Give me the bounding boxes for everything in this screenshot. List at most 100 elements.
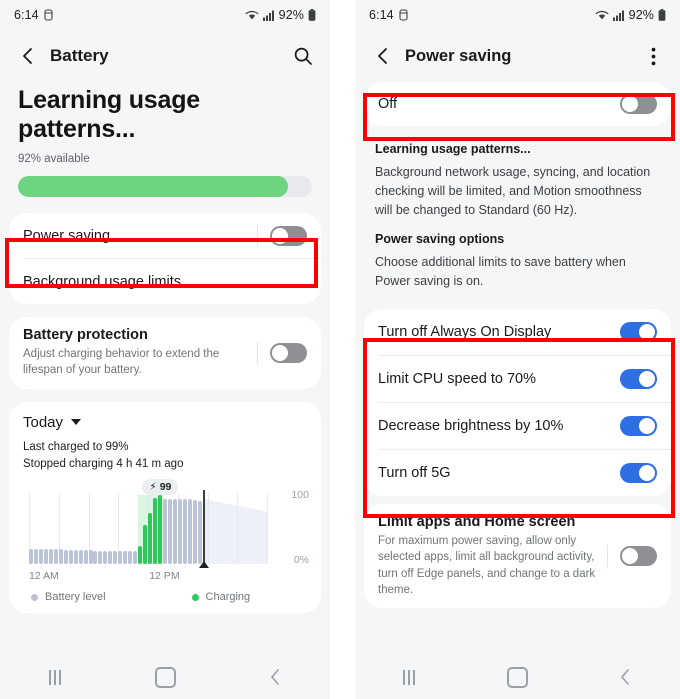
row-battery-protection[interactable]: Battery protection Adjust charging behav… [9, 317, 321, 389]
chart-gridline [267, 493, 268, 565]
page-title: Power saving [405, 46, 512, 65]
recents-icon[interactable] [387, 662, 431, 692]
status-battery-percent: 92% [628, 8, 654, 22]
toggle-knob [639, 371, 655, 387]
chart-bar [53, 549, 58, 565]
battery-protection-desc: Adjust charging behavior to extend the l… [23, 348, 220, 377]
master-power-saving-toggle[interactable] [620, 94, 657, 114]
y-axis-min-label: 0% [293, 554, 309, 567]
chart-bar [113, 550, 118, 565]
turn-off-always-on-display-toggle[interactable] [620, 322, 657, 342]
chevron-down-icon [71, 419, 82, 426]
limit-apps-title: Limit apps and Home screen [378, 514, 576, 530]
chart-now-marker [202, 490, 205, 565]
row-master-toggle[interactable]: Off [364, 82, 671, 126]
status-battery-percent: 92% [278, 8, 304, 22]
chart-now-pointer-icon [198, 561, 209, 569]
system-nav-bar-left [0, 655, 330, 699]
back-icon[interactable] [369, 43, 395, 69]
battery-protection-card[interactable]: Battery protection Adjust charging behav… [9, 317, 321, 389]
chart-legend: Battery level Charging [9, 584, 321, 613]
alarm-icon [399, 9, 408, 21]
chart-bar [78, 549, 83, 565]
back-icon[interactable] [14, 43, 40, 69]
home-icon[interactable] [143, 662, 187, 692]
back-icon[interactable] [604, 662, 648, 692]
limit-cpu-speed-toggle[interactable] [620, 369, 657, 389]
chart-bar [123, 551, 128, 565]
row-limit-apps[interactable]: Limit apps and Home screen For maximum p… [364, 504, 671, 608]
legend-swatch [191, 593, 199, 601]
home-icon[interactable] [495, 662, 539, 692]
more-options-icon[interactable] [640, 43, 666, 69]
chart-bar [152, 498, 157, 565]
limit-apps-card[interactable]: Limit apps and Home screen For maximum p… [364, 504, 671, 609]
battery-progress-bar [18, 176, 312, 197]
chart-bar [33, 548, 38, 565]
chart-bar [192, 500, 197, 565]
action-bar-power-saving: Power saving [355, 30, 680, 82]
recents-icon[interactable] [33, 662, 77, 692]
legend-label: Charging [205, 591, 251, 604]
options-heading: Power saving options [375, 232, 505, 246]
x-axis-start-label: 12 AM [29, 570, 59, 583]
chart-bar [29, 548, 33, 565]
limit-apps-toggle[interactable] [620, 546, 657, 567]
chart-bar [177, 498, 182, 565]
wifi-icon [245, 10, 259, 21]
chart-bar [43, 549, 48, 565]
battery-level-chart: ⚡ 99 100 0% 12 AM 12 PM [21, 479, 309, 584]
headline-text: Learning usage patterns... [18, 86, 200, 143]
decrease-brightness-toggle[interactable] [620, 416, 657, 436]
panel-gutter [330, 0, 355, 699]
power-saving-info: Learning usage patterns... Background ne… [355, 126, 680, 295]
chart-bar [73, 549, 78, 565]
battery-icon [658, 9, 666, 21]
battery-icon [308, 9, 316, 21]
chart-bar [157, 495, 162, 565]
power-saving-toggle[interactable] [270, 225, 307, 246]
x-axis-mid-label: 12 PM [149, 570, 180, 583]
wifi-icon [595, 10, 609, 21]
battery-summary: Learning usage patterns... 92% available [0, 82, 330, 197]
charging-bolt-icon: ⚡ [149, 481, 157, 494]
search-icon[interactable] [290, 43, 316, 69]
status-bar-right: 6:14 92% [355, 0, 680, 30]
battery-protection-toggle[interactable] [270, 342, 307, 363]
status-time: 6:14 [14, 8, 39, 22]
y-axis-max-label: 100 [291, 489, 309, 502]
phone-screen-power-saving: 6:14 92% Power saving Off Learning usage… [355, 0, 680, 699]
period-selector[interactable]: Today [9, 414, 321, 431]
last-charged-text: Last charged to 99% [23, 440, 129, 453]
battery-progress-fill [18, 176, 289, 197]
master-toggle-card: Off [364, 82, 671, 126]
turn-off-5g-toggle[interactable] [620, 463, 657, 483]
status-bar-right-group: 92% [245, 8, 316, 22]
row-limit-cpu[interactable]: Limit CPU speed to 70% [364, 356, 671, 402]
legend-swatch [31, 593, 38, 601]
chart-bar [182, 498, 187, 565]
power-saving-options-card: Turn off Always On Display Limit CPU spe… [364, 309, 671, 496]
toggle-knob [272, 344, 288, 361]
chart-bar [48, 549, 53, 565]
back-icon[interactable] [253, 662, 297, 692]
learning-body: Background network usage, syncing, and l… [375, 165, 651, 217]
chart-bar [148, 513, 152, 565]
row-decrease-brightness[interactable]: Decrease brightness by 10% [364, 403, 671, 449]
toggle-knob [272, 227, 288, 244]
power-saving-card: Power saving Background usage limits [9, 213, 321, 304]
toggle-knob [639, 324, 655, 340]
toggle-knob [639, 418, 655, 434]
toggle-knob [622, 548, 638, 565]
row-turn-off-5g[interactable]: Turn off 5G [364, 450, 671, 496]
status-time: 6:14 [369, 8, 394, 22]
row-background-usage-limits[interactable]: Background usage limits [9, 259, 321, 304]
option-label: Turn off 5G [378, 465, 451, 481]
legend-item-battery-level: Battery level [31, 591, 106, 603]
row-power-saving[interactable]: Power saving [9, 213, 321, 258]
legend-label: Battery level [45, 591, 106, 604]
row-turn-off-aod[interactable]: Turn off Always On Display [364, 309, 671, 355]
options-body: Choose additional limits to save battery… [375, 255, 626, 288]
row-divider [257, 341, 258, 364]
alarm-icon [44, 9, 53, 21]
